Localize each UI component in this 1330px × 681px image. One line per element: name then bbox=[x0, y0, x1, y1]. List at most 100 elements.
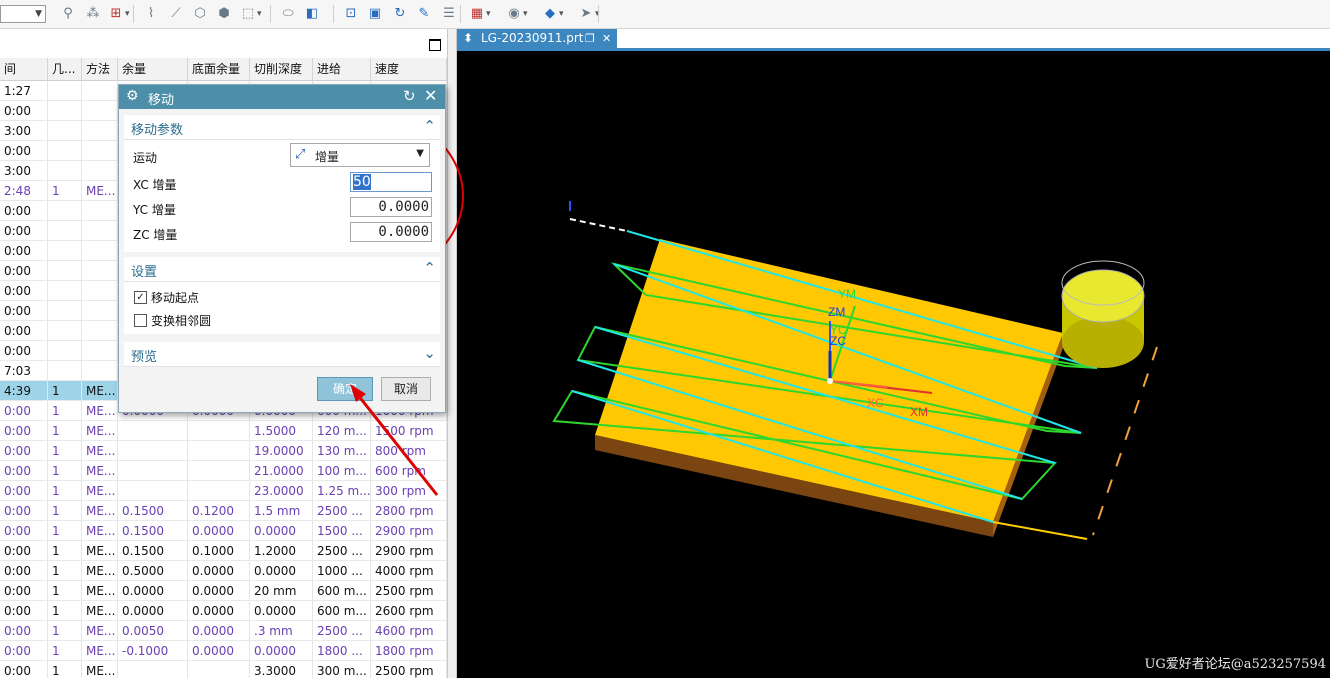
table-row[interactable]: 0:00 1 ME... 0.1500 0.1000 1.2000 2500 ... 2900… bbox=[0, 541, 447, 561]
table-cell-feed: 1500 ... bbox=[313, 521, 371, 541]
line-icon[interactable]: ⟋ bbox=[168, 6, 184, 22]
column-header[interactable]: 方法 bbox=[82, 58, 118, 80]
table-cell-floor bbox=[188, 461, 250, 481]
arrow-icon[interactable]: ➤ bbox=[578, 6, 600, 22]
table-cell-geom: 1 bbox=[48, 581, 82, 601]
grid-icon[interactable]: ▦ bbox=[469, 6, 491, 22]
table-cell-depth: 0.0000 bbox=[250, 521, 313, 541]
tab-label: LG-20230911.prt bbox=[481, 31, 584, 45]
table-cell-time: 0:00 bbox=[0, 101, 48, 121]
table-row[interactable]: 0:00 1 ME... 0.5000 0.0000 0.0000 1000 ... 4000… bbox=[0, 561, 447, 581]
table-cell-floor: 0.0000 bbox=[188, 521, 250, 541]
zc-increment-input[interactable]: 0.0000 bbox=[350, 222, 432, 242]
reset-icon[interactable]: ↻ bbox=[403, 87, 416, 105]
chevron-up-icon[interactable]: ⌃ bbox=[423, 259, 436, 277]
table-cell-geom: 1 bbox=[48, 541, 82, 561]
column-header[interactable]: 几... bbox=[48, 58, 82, 80]
section-move-params-header[interactable]: 移动参数 ⌃ bbox=[124, 115, 440, 140]
polygon-icon[interactable]: ⬢ bbox=[216, 6, 232, 22]
table-cell-time: 4:39 bbox=[0, 381, 48, 401]
refresh-view-icon[interactable]: ⊡ bbox=[343, 6, 359, 22]
shade-icon[interactable]: ◆ bbox=[542, 6, 564, 22]
brush-icon[interactable]: ✎ bbox=[416, 6, 432, 22]
table-cell-stock: 0.0000 bbox=[118, 601, 188, 621]
table-cell-geom: 1 bbox=[48, 441, 82, 461]
table-row[interactable]: 0:00 1 ME... 0.0000 0.0000 20 mm 600 m... 2500 … bbox=[0, 581, 447, 601]
xc-increment-input[interactable]: 50 bbox=[350, 172, 432, 192]
maximize-icon[interactable] bbox=[429, 39, 441, 51]
move-dialog: ⚙ 移动 ↻ ✕ 移动参数 ⌃ 运动 ⤢ 增量 ▼ XC 增量 50 YC 增量… bbox=[118, 84, 446, 413]
column-header[interactable]: 间 bbox=[0, 58, 48, 80]
dialog-title-bar[interactable]: ⚙ 移动 ↻ ✕ bbox=[119, 85, 445, 109]
table-cell-depth: 1.5000 bbox=[250, 421, 313, 441]
panel-splitter[interactable] bbox=[447, 29, 457, 678]
table-cell-geom bbox=[48, 261, 82, 281]
table-cell-floor: 0.1000 bbox=[188, 541, 250, 561]
table-cell-time: 0:00 bbox=[0, 541, 48, 561]
block-icon[interactable]: ⬭ bbox=[280, 6, 296, 22]
move-start-checkbox[interactable]: ✓ bbox=[134, 291, 147, 304]
selection-filter-combo[interactable]: ▼ bbox=[0, 5, 46, 23]
render-icon[interactable]: ◉ bbox=[506, 6, 527, 22]
table-cell-method: ME... bbox=[82, 641, 118, 661]
image-icon[interactable]: ▣ bbox=[367, 6, 383, 22]
layers-icon[interactable]: ☰ bbox=[441, 6, 457, 22]
axis-label-zc: ZC bbox=[830, 334, 846, 348]
table-cell-method: ME... bbox=[82, 661, 118, 678]
swap-adjacent-label: 变换相邻圆 bbox=[151, 314, 212, 328]
table-cell-depth: 23.0000 bbox=[250, 481, 313, 501]
table-cell-floor bbox=[188, 421, 250, 441]
rotate-icon[interactable]: ↻ bbox=[392, 6, 408, 22]
table-cell-method bbox=[82, 321, 118, 341]
table-cell-geom: 1 bbox=[48, 481, 82, 501]
circle-icon[interactable]: ⬡ bbox=[192, 6, 208, 22]
table-cell-stock bbox=[118, 481, 188, 501]
table-cell-speed: 2900 rpm bbox=[371, 521, 447, 541]
retract-path-right bbox=[1092, 346, 1158, 536]
table-cell-geom bbox=[48, 121, 82, 141]
section-preview-header[interactable]: 预览 ⌄ bbox=[124, 342, 440, 367]
close-icon[interactable]: ✕ bbox=[602, 29, 611, 48]
yc-increment-input[interactable]: 0.0000 bbox=[350, 197, 432, 217]
swap-adjacent-checkbox[interactable] bbox=[134, 314, 147, 327]
table-cell-method: ME... bbox=[82, 541, 118, 561]
table-row[interactable]: 0:00 1 ME... 3.3000 300 m... 2500 rpm bbox=[0, 661, 447, 678]
tab-part-file[interactable]: ⬍ LG-20230911.prt ❐ ✕ bbox=[457, 29, 617, 48]
table-cell-floor bbox=[188, 481, 250, 501]
table-row[interactable]: 0:00 1 ME... 0.1500 0.0000 0.0000 1500 ... 2900… bbox=[0, 521, 447, 541]
close-icon[interactable]: ✕ bbox=[424, 86, 437, 105]
motion-select[interactable]: ⤢ 增量 ▼ bbox=[290, 143, 430, 167]
table-row[interactable]: 0:00 1 ME... 0.0050 0.0000.3 mm 2500 ... 4600 … bbox=[0, 621, 447, 641]
table-cell-time: 0:00 bbox=[0, 341, 48, 361]
column-header[interactable]: 余量 bbox=[118, 58, 188, 80]
box-select-icon[interactable]: ⬚ bbox=[240, 6, 262, 22]
table-row[interactable]: 0:00 1 ME... 0.0000 0.0000 0.0000 600 m... 2600… bbox=[0, 601, 447, 621]
table-row[interactable]: 0:00 1 ME... 0.1500 0.1200 1.5 mm 2500 ... 2800… bbox=[0, 501, 447, 521]
table-cell-feed: 600 m... bbox=[313, 601, 371, 621]
table-cell-method: ME... bbox=[82, 461, 118, 481]
table-cell-time: 0:00 bbox=[0, 621, 48, 641]
column-header[interactable]: 切削深度 bbox=[250, 58, 313, 80]
table-row[interactable]: 0:00 1 ME... -0.1000 0.0000 0.0000 1800 ... 180… bbox=[0, 641, 447, 661]
column-header[interactable]: 底面余量 bbox=[188, 58, 250, 80]
chevron-up-icon[interactable]: ⌃ bbox=[423, 117, 436, 135]
point-dropdown-icon[interactable]: ⊞ bbox=[108, 6, 130, 22]
select-filter-icon[interactable]: ⚲ bbox=[60, 6, 76, 22]
table-cell-geom bbox=[48, 161, 82, 181]
snap-icon[interactable]: ⁂ bbox=[85, 6, 101, 22]
cube-icon[interactable]: ◧ bbox=[304, 6, 320, 22]
table-cell-stock bbox=[118, 441, 188, 461]
table-cell-geom: 1 bbox=[48, 461, 82, 481]
column-header[interactable]: 速度 bbox=[371, 58, 447, 80]
motion-label: 运动 bbox=[133, 151, 158, 165]
graphics-viewport[interactable]: YM ZM YC ZC XC XM UG爱好者论坛@a523257594 bbox=[457, 51, 1330, 678]
section-settings-header[interactable]: 设置 ⌃ bbox=[124, 257, 440, 282]
table-cell-time: 0:00 bbox=[0, 521, 48, 541]
table-cell-method bbox=[82, 141, 118, 161]
chevron-down-icon[interactable]: ⌄ bbox=[423, 344, 436, 362]
table-cell-method: ME... bbox=[82, 621, 118, 641]
tab-pin-icon[interactable]: ❐ bbox=[585, 29, 595, 48]
column-header[interactable]: 进给 bbox=[313, 58, 371, 80]
curve-icon[interactable]: ⌇ bbox=[143, 6, 159, 22]
table-cell-floor bbox=[188, 661, 250, 678]
